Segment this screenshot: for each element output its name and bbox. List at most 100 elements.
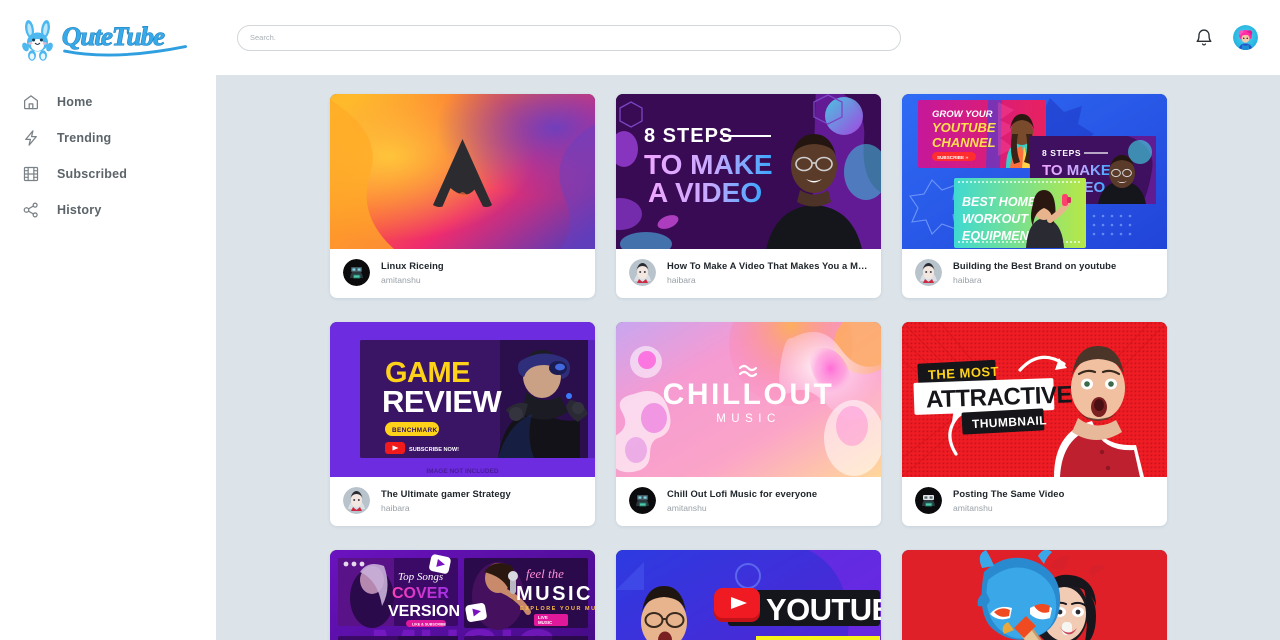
video-title: The Ultimate gamer Strategy <box>381 487 511 499</box>
svg-text:CHANNEL: CHANNEL <box>932 135 996 150</box>
brand-logo[interactable]: QuteTube <box>0 14 216 68</box>
video-grid-area: Linux Riceing amitanshu 8 STEPS TO MAKE … <box>216 75 1280 640</box>
video-channel: haibara <box>953 274 982 285</box>
svg-text:SUBSCRIBE ››: SUBSCRIBE ›› <box>937 155 969 160</box>
svg-text:WORKOUT: WORKOUT <box>962 212 1029 226</box>
home-icon <box>22 93 40 111</box>
channel-avatar[interactable] <box>915 487 942 514</box>
brand-name: QuteTube <box>58 17 193 65</box>
svg-text:A VIDEO: A VIDEO <box>648 177 762 208</box>
sidebar-item-label: History <box>57 203 102 217</box>
video-thumbnail-arch-linux[interactable] <box>330 94 595 249</box>
video-thumbnail-oni-mask[interactable] <box>902 550 1167 640</box>
svg-text:TO MAKE: TO MAKE <box>644 149 773 180</box>
video-channel: amitanshu <box>667 502 707 513</box>
search-container <box>237 24 901 51</box>
sidebar-item-history[interactable]: History <box>0 192 216 228</box>
video-meta: How To Make A Video That Makes You a Mil… <box>616 249 881 298</box>
svg-text:BEST HOME: BEST HOME <box>962 195 1037 209</box>
svg-text:VERSION: VERSION <box>388 603 460 620</box>
video-channel: haibara <box>381 502 410 513</box>
video-card[interactable]: GAME REVIEW BENCHMARK SUBSCRIBE NOW! IMA… <box>330 322 595 526</box>
video-text: Building the Best Brand on youtube haiba… <box>953 260 1116 285</box>
svg-text:YOUTUBE: YOUTUBE <box>766 592 881 627</box>
video-title: How To Make A Video That Makes You a Mil… <box>667 259 870 271</box>
video-channel: amitanshu <box>381 274 421 285</box>
sidebar: QuteTube Home Trending Subscribed Histor… <box>0 0 216 640</box>
svg-text:EQUIPMENT: EQUIPMENT <box>962 229 1038 243</box>
share-nodes-icon <box>22 201 40 219</box>
svg-text:CHILLOUT: CHILLOUT <box>663 378 835 411</box>
svg-text:feel the: feel the <box>526 566 564 581</box>
video-card[interactable]: MUSIC Top Songs C <box>330 550 595 640</box>
svg-text:LIKE & SUBSCRIBE: LIKE & SUBSCRIBE <box>412 623 447 627</box>
video-title: Chill Out Lofi Music for everyone <box>667 487 818 499</box>
channel-avatar[interactable] <box>343 487 370 514</box>
video-meta: Chill Out Lofi Music for everyone amitan… <box>616 477 881 526</box>
video-meta: Posting The Same Video amitanshu <box>902 477 1167 526</box>
video-meta: Linux Riceing amitanshu <box>330 249 595 298</box>
video-channel: amitanshu <box>953 502 993 513</box>
sidebar-nav: Home Trending Subscribed History <box>0 84 216 228</box>
svg-text:MUSIC: MUSIC <box>716 413 781 425</box>
video-thumbnail-collage[interactable]: GROW YOUR YOUTUBE CHANNEL SUBSCRIBE ›› 8… <box>902 94 1167 249</box>
bunny-mascot-icon <box>18 19 58 63</box>
video-text: Linux Riceing amitanshu <box>381 260 444 285</box>
svg-text:SUBSCRIBE NOW!: SUBSCRIBE NOW! <box>409 447 459 453</box>
sidebar-item-home[interactable]: Home <box>0 84 216 120</box>
video-card[interactable]: Linux Riceing amitanshu <box>330 94 595 298</box>
channel-avatar[interactable] <box>629 487 656 514</box>
svg-text:REVIEW: REVIEW <box>382 384 503 419</box>
bell-icon[interactable] <box>1194 28 1214 48</box>
svg-text:GROW YOUR: GROW YOUR <box>932 109 993 120</box>
svg-text:TO MAKE: TO MAKE <box>1042 162 1111 179</box>
channel-avatar[interactable] <box>915 259 942 286</box>
video-thumbnail-attractive[interactable]: THE MOST ATTRACTIVE THUMBNAIL <box>902 322 1167 477</box>
video-text: Posting The Same Video amitanshu <box>953 488 1064 513</box>
video-text: Chill Out Lofi Music for everyone amitan… <box>667 488 817 513</box>
channel-avatar[interactable] <box>343 259 370 286</box>
search-input[interactable] <box>237 24 901 51</box>
video-thumbnail-chillout[interactable]: CHILLOUT MUSIC <box>616 322 881 477</box>
video-card[interactable]: 8 STEPS TO MAKE A VIDEO How To Make A Vi… <box>616 94 881 298</box>
video-channel: haibara <box>667 274 696 285</box>
svg-text:YOUTUBE: YOUTUBE <box>932 120 996 135</box>
svg-text:ATTRACTIVE: ATTRACTIVE <box>926 381 1073 413</box>
user-avatar[interactable] <box>1233 25 1258 50</box>
video-thumbnail-music-collage[interactable]: MUSIC Top Songs C <box>330 550 595 640</box>
video-title: Building the Best Brand on youtube <box>953 259 1117 271</box>
video-card[interactable]: GROW YOUR YOUTUBE CHANNEL SUBSCRIBE ›› 8… <box>902 94 1167 298</box>
svg-text:EXPLORE YOUR MUSIC: EXPLORE YOUR MUSIC <box>520 606 595 612</box>
lightning-bolt-icon <box>22 129 40 147</box>
video-meta: The Ultimate gamer Strategy haibara <box>330 477 595 526</box>
svg-text:QuteTube: QuteTube <box>62 21 165 51</box>
app-root: QuteTube Home Trending Subscribed Histor… <box>0 0 1280 640</box>
sidebar-item-label: Home <box>57 95 93 109</box>
svg-text:IMAGE NOT INCLUDED: IMAGE NOT INCLUDED <box>426 468 499 475</box>
svg-text:Top Songs: Top Songs <box>398 571 443 583</box>
sidebar-item-trending[interactable]: Trending <box>0 120 216 156</box>
svg-text:MUSIC: MUSIC <box>516 583 593 605</box>
video-text: The Ultimate gamer Strategy haibara <box>381 488 511 513</box>
video-text: How To Make A Video That Makes You a Mil… <box>667 260 870 285</box>
video-thumbnail-game-review[interactable]: GAME REVIEW BENCHMARK SUBSCRIBE NOW! IMA… <box>330 322 595 477</box>
svg-text:8 STEPS: 8 STEPS <box>644 125 733 147</box>
header-actions <box>1194 25 1258 50</box>
svg-text:COVER: COVER <box>392 585 449 602</box>
video-grid: Linux Riceing amitanshu 8 STEPS TO MAKE … <box>216 94 1280 640</box>
video-thumbnail-eight-steps[interactable]: 8 STEPS TO MAKE A VIDEO <box>616 94 881 249</box>
video-card[interactable]: CHILLOUT MUSIC Chill Out Lofi Music for … <box>616 322 881 526</box>
video-card[interactable] <box>902 550 1167 640</box>
video-card[interactable]: YOUTUBE THUMBNAIL TEXT HERE <box>616 550 881 640</box>
channel-avatar[interactable] <box>629 259 656 286</box>
video-title: Posting The Same Video <box>953 487 1065 499</box>
video-title: Linux Riceing <box>381 259 444 271</box>
svg-text:MUSIC: MUSIC <box>538 620 553 625</box>
sidebar-item-subscribed[interactable]: Subscribed <box>0 156 216 192</box>
video-card[interactable]: THE MOST ATTRACTIVE THUMBNAIL Posting Th… <box>902 322 1167 526</box>
video-thumbnail-youtube-text[interactable]: YOUTUBE THUMBNAIL TEXT HERE <box>616 550 881 640</box>
svg-text:BENCHMARK: BENCHMARK <box>392 427 438 434</box>
sidebar-item-label: Subscribed <box>57 167 128 181</box>
film-strip-icon <box>22 165 40 183</box>
main-column: Linux Riceing amitanshu <box>216 0 1280 640</box>
